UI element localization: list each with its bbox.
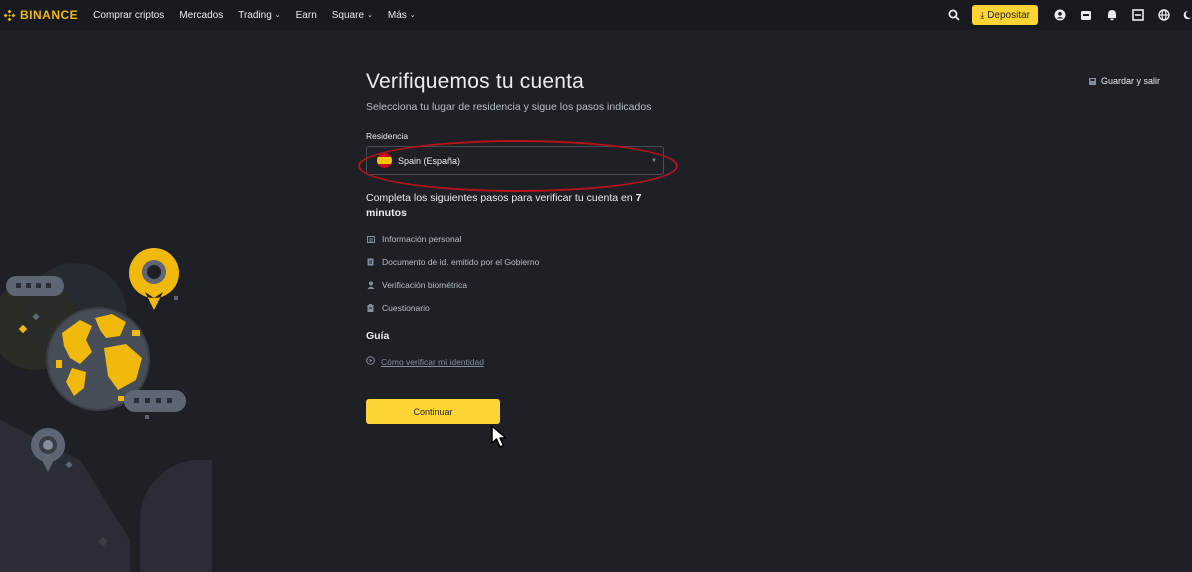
residence-label: Residencia bbox=[366, 131, 409, 141]
chevron-down-icon: ⌄ bbox=[367, 12, 373, 19]
nav-mercados[interactable]: Mercados bbox=[179, 10, 223, 21]
guide-link[interactable]: Cómo verificar mi identidad bbox=[366, 356, 666, 367]
save-and-exit-label: Guardar y salir bbox=[1101, 76, 1161, 86]
mouse-cursor-icon bbox=[491, 425, 507, 448]
step-item: Información personal bbox=[366, 234, 666, 244]
nav-label: Square bbox=[331, 9, 365, 21]
logo-text: BINANCE bbox=[20, 8, 79, 22]
wallet-icon[interactable] bbox=[1078, 7, 1094, 23]
deposit-button[interactable]: ⤓ Depositar bbox=[972, 5, 1038, 25]
binance-logo-icon bbox=[3, 9, 16, 21]
page-title: Verifiquemos tu cuenta bbox=[366, 70, 585, 93]
verification-panel: Verifiquemos tu cuenta Selecciona tu lug… bbox=[366, 70, 666, 424]
page-subtitle: Selecciona tu lugar de residencia y sigu… bbox=[366, 101, 652, 113]
nav-label: Trading bbox=[238, 9, 272, 21]
steps-intro: Completa los siguientes pasos para verif… bbox=[366, 191, 656, 221]
nav-label: Mercados bbox=[179, 9, 224, 21]
nav-earn[interactable]: Earn bbox=[296, 10, 317, 21]
step-item: Verificación biométrica bbox=[366, 280, 666, 290]
deposit-label: Depositar bbox=[987, 9, 1030, 21]
nav-mas[interactable]: Más ⌄ bbox=[388, 10, 416, 21]
top-navbar: BINANCE Comprar criptos Mercados Trading… bbox=[0, 0, 1192, 30]
globe-illustration bbox=[0, 248, 212, 572]
download-app-icon[interactable] bbox=[1130, 7, 1146, 23]
nav-label: Comprar criptos bbox=[93, 9, 165, 21]
play-circle-icon bbox=[366, 356, 375, 367]
header-tools: ⤓ Depositar bbox=[946, 0, 1192, 30]
continue-button[interactable]: Continuar bbox=[366, 399, 500, 424]
nav-label: Earn bbox=[295, 9, 317, 21]
caret-down-icon: ▼ bbox=[651, 158, 657, 164]
chevron-down-icon: ⌄ bbox=[409, 12, 416, 19]
binance-logo[interactable]: BINANCE bbox=[3, 8, 78, 22]
download-icon: ⤓ bbox=[980, 9, 985, 20]
globe-icon[interactable] bbox=[1156, 7, 1172, 23]
spain-flag-icon bbox=[377, 153, 392, 168]
step-item: Documento de id. emitido por el Gobierno bbox=[366, 257, 666, 267]
save-icon bbox=[1089, 77, 1097, 85]
step-label: Verificación biométrica bbox=[382, 280, 468, 290]
chevron-down-icon: ⌄ bbox=[274, 12, 281, 19]
guide-link-text[interactable]: Cómo verificar mi identidad bbox=[381, 357, 484, 367]
step-label: Cuestionario bbox=[382, 303, 430, 313]
document-icon bbox=[366, 258, 375, 267]
nav-trading[interactable]: Trading ⌄ bbox=[238, 10, 280, 21]
theme-icon[interactable] bbox=[1182, 7, 1192, 23]
guide-title: Guía bbox=[366, 330, 390, 342]
save-and-exit-button[interactable]: Guardar y salir bbox=[1089, 76, 1160, 86]
residence-select[interactable]: Spain (España) ▼ bbox=[366, 146, 664, 175]
clipboard-icon bbox=[366, 304, 375, 313]
step-label: Documento de id. emitido por el Gobierno bbox=[382, 257, 540, 267]
main-nav: Comprar criptos Mercados Trading ⌄ Earn S… bbox=[93, 10, 416, 21]
person-icon bbox=[366, 281, 375, 290]
nav-square[interactable]: Square ⌄ bbox=[332, 10, 373, 21]
nav-label: Más bbox=[387, 9, 407, 21]
steps-intro-text: Completa los siguientes pasos para verif… bbox=[366, 192, 636, 204]
id-card-icon bbox=[366, 235, 375, 244]
step-item: Cuestionario bbox=[366, 303, 666, 313]
residence-value: Spain (España) bbox=[398, 155, 461, 166]
search-icon[interactable] bbox=[946, 7, 962, 23]
step-label: Información personal bbox=[382, 234, 462, 244]
bell-icon[interactable] bbox=[1104, 7, 1120, 23]
nav-comprar-criptos[interactable]: Comprar criptos bbox=[93, 10, 164, 21]
user-icon[interactable] bbox=[1052, 7, 1068, 23]
